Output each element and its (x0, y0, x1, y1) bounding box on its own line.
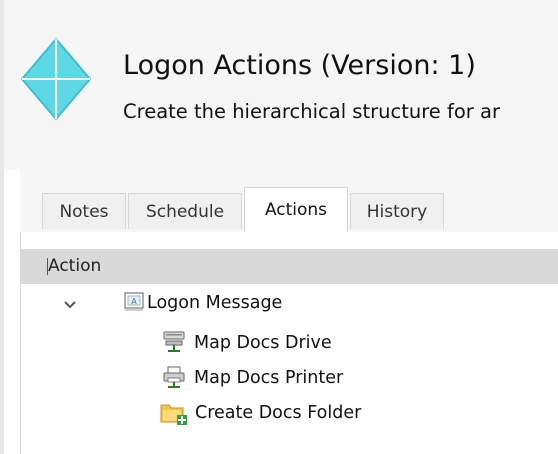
map-drive-icon (163, 331, 185, 352)
tree-item-logon-message[interactable]: Logon Message (147, 288, 282, 318)
action-column-header[interactable]: Action (20, 249, 558, 284)
map-printer-icon (163, 366, 185, 388)
column-header-label: Action (48, 256, 102, 276)
page-title: Logon Actions (Version: 1) (123, 50, 476, 81)
create-folder-icon (160, 404, 187, 425)
diamond-logo-icon (20, 37, 92, 121)
tree-item-create-docs-folder[interactable]: Create Docs Folder (195, 398, 361, 428)
tab-notes[interactable]: Notes (42, 193, 126, 229)
page-subtitle: Create the hierarchical structure for ar (123, 100, 500, 123)
message-icon: A (124, 292, 144, 311)
tab-history[interactable]: History (350, 193, 444, 229)
chevron-down-icon[interactable] (63, 299, 77, 311)
svg-text:A: A (131, 297, 137, 306)
tab-actions[interactable]: Actions (244, 187, 348, 232)
tree-item-map-docs-drive[interactable]: Map Docs Drive (194, 328, 332, 358)
tree-item-map-docs-printer[interactable]: Map Docs Printer (194, 363, 343, 393)
tab-schedule[interactable]: Schedule (128, 193, 242, 229)
